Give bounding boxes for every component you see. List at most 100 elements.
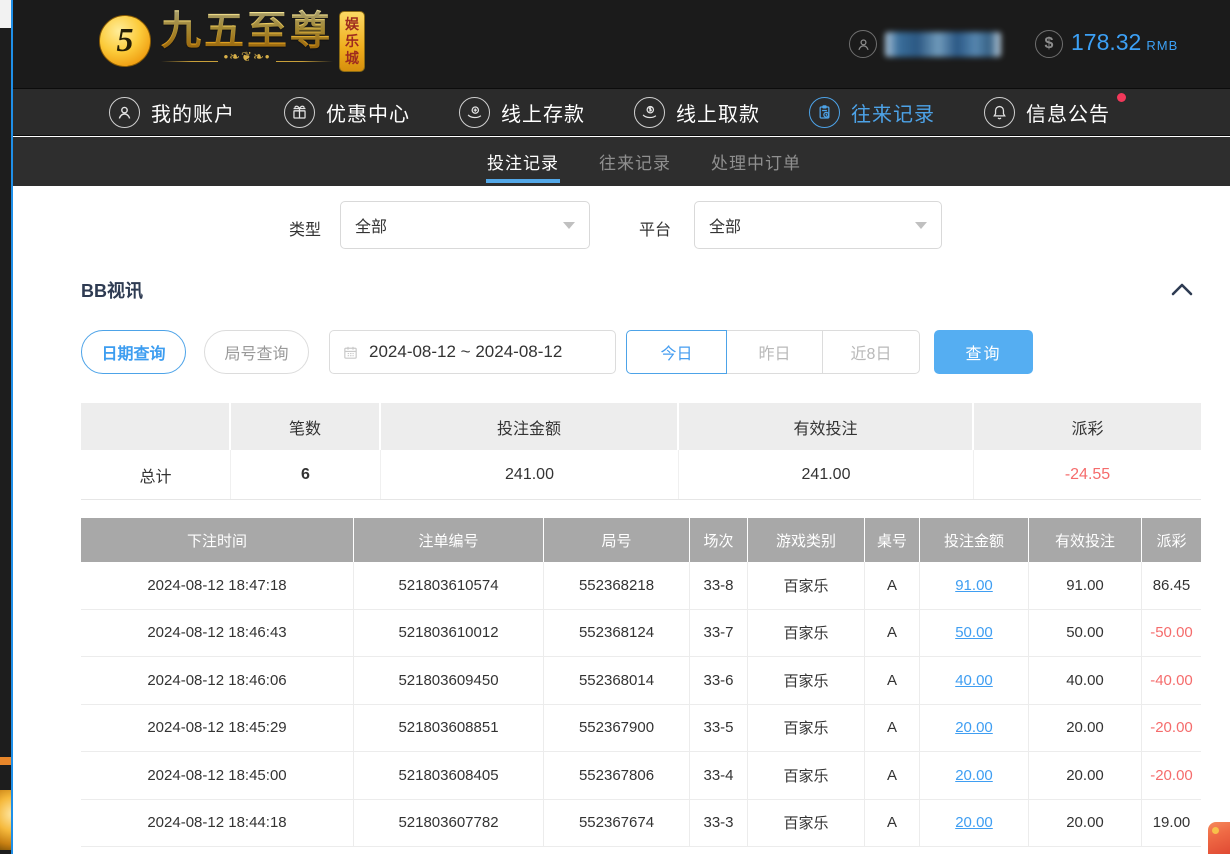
balance-currency: RMB	[1146, 38, 1178, 53]
cell-valid-bet: 20.00	[1029, 752, 1142, 799]
bet-amount-link[interactable]: 91.00	[955, 577, 993, 594]
chevron-down-icon	[563, 222, 575, 229]
cell-payout: 86.45	[1142, 562, 1201, 609]
nav-label: 往来记录	[851, 98, 935, 127]
chevron-down-icon	[915, 222, 927, 229]
cell-round-id: 552367674	[544, 800, 690, 847]
nav-item-my-account[interactable]: 我的账户	[109, 97, 235, 128]
nav-label: 线上存款	[501, 98, 585, 127]
platform-select[interactable]: 全部	[694, 201, 942, 249]
summary-header-row: 笔数 投注金额 有效投注 派彩	[81, 403, 1201, 450]
user-avatar-icon[interactable]	[849, 30, 877, 58]
red-envelope-widget[interactable]	[1208, 822, 1230, 854]
tab-pending-orders[interactable]: 处理中订单	[710, 137, 802, 186]
col-header-valid-bet: 有效投注	[1029, 518, 1142, 562]
search-button[interactable]: 查询	[934, 330, 1033, 374]
table-row: 2024-08-12 18:44:18521803607782552367674…	[81, 800, 1201, 848]
nav-item-withdraw[interactable]: 线上取款	[634, 97, 760, 128]
bet-records-table: 下注时间 注单编号 局号 场次 游戏类别 桌号 投注金额 有效投注 派彩 202…	[81, 518, 1201, 847]
col-header-round-id: 局号	[544, 518, 690, 562]
summary-count: 6	[231, 450, 381, 499]
table-row: 2024-08-12 18:45:29521803608851552367900…	[81, 705, 1201, 753]
withdraw-icon	[634, 97, 665, 128]
col-header-session: 场次	[690, 518, 748, 562]
user-icon	[109, 97, 140, 128]
cell-game-type: 百家乐	[748, 657, 865, 704]
background-gold-widget	[0, 790, 11, 850]
nav-label: 信息公告	[1026, 98, 1110, 127]
bet-amount-link[interactable]: 40.00	[955, 672, 993, 689]
col-header-bet-amount: 投注金额	[920, 518, 1029, 562]
background-window-top	[0, 0, 11, 28]
username-redacted[interactable]	[885, 32, 1001, 57]
cell-payout: -20.00	[1142, 705, 1201, 752]
bet-table-body: 2024-08-12 18:47:18521803610574552368218…	[81, 562, 1201, 847]
platform-select-value: 全部	[709, 213, 741, 237]
cell-payout: -20.00	[1142, 752, 1201, 799]
cell-round-id: 552368218	[544, 562, 690, 609]
date-query-button[interactable]: 日期查询	[81, 330, 186, 374]
deposit-icon	[459, 97, 490, 128]
summary-total-label: 总计	[81, 450, 231, 499]
user-area: $ 178.32 RMB	[13, 0, 1230, 88]
cell-payout: 19.00	[1142, 800, 1201, 847]
col-header-bet-id: 注单编号	[354, 518, 544, 562]
summary-valid-bet: 241.00	[679, 450, 974, 499]
cell-round-id: 552368014	[544, 657, 690, 704]
cell-valid-bet: 50.00	[1029, 610, 1142, 657]
tab-transaction-records[interactable]: 往来记录	[598, 137, 672, 186]
cell-bet-id: 521803609450	[354, 657, 544, 704]
cell-bet-time: 2024-08-12 18:46:06	[81, 657, 354, 704]
bet-amount-link[interactable]: 50.00	[955, 624, 993, 641]
cell-valid-bet: 40.00	[1029, 657, 1142, 704]
nav-item-transaction-records[interactable]: 往来记录	[809, 97, 935, 128]
cell-table-code: A	[865, 562, 920, 609]
summary-header-cell: 投注金额	[381, 403, 679, 450]
tab-bet-records[interactable]: 投注记录	[486, 137, 560, 186]
cell-table-code: A	[865, 800, 920, 847]
collapse-section-button[interactable]	[1169, 279, 1195, 301]
cell-payout: -40.00	[1142, 657, 1201, 704]
cell-bet-time: 2024-08-12 18:44:18	[81, 800, 354, 847]
cell-table-code: A	[865, 752, 920, 799]
cell-bet-amount-link: 91.00	[920, 562, 1029, 609]
balance-dollar-icon: $	[1035, 30, 1063, 58]
balance-display[interactable]: 178.32 RMB	[1071, 29, 1178, 56]
round-query-button[interactable]: 局号查询	[204, 330, 309, 374]
top-header: 5 九五至尊 •❧❦❧• 娱 乐 城 $	[13, 0, 1230, 88]
type-select[interactable]: 全部	[340, 201, 590, 249]
date-range-input[interactable]: 2024-08-12 ~ 2024-08-12	[329, 330, 616, 374]
summary-header-cell: 笔数	[231, 403, 381, 450]
cell-table-code: A	[865, 705, 920, 752]
cell-session: 33-4	[690, 752, 748, 799]
nav-label: 优惠中心	[326, 98, 410, 127]
balance-amount: 178.32	[1071, 29, 1141, 55]
quick-yesterday-button[interactable]: 昨日	[726, 330, 823, 374]
cell-bet-time: 2024-08-12 18:45:29	[81, 705, 354, 752]
quick-today-button[interactable]: 今日	[626, 330, 727, 374]
records-icon	[809, 97, 840, 128]
nav-item-announcements[interactable]: 信息公告	[984, 97, 1110, 128]
bet-amount-link[interactable]: 20.00	[955, 814, 993, 831]
nav-item-deposit[interactable]: 线上存款	[459, 97, 585, 128]
cell-bet-time: 2024-08-12 18:46:43	[81, 610, 354, 657]
bet-amount-link[interactable]: 20.00	[955, 719, 993, 736]
cell-bet-id: 521803607782	[354, 800, 544, 847]
summary-total-row: 总计 6 241.00 241.00 -24.55	[81, 450, 1201, 500]
record-tabs: 投注记录 往来记录 处理中订单	[13, 137, 1230, 186]
cell-game-type: 百家乐	[748, 562, 865, 609]
bell-icon	[984, 97, 1015, 128]
nav-item-promotions[interactable]: 优惠中心	[284, 97, 410, 128]
table-row: 2024-08-12 18:47:18521803610574552368218…	[81, 562, 1201, 610]
cell-bet-id: 521803610012	[354, 610, 544, 657]
summary-header-cell: 派彩	[974, 403, 1201, 450]
table-row: 2024-08-12 18:46:43521803610012552368124…	[81, 610, 1201, 658]
cell-round-id: 552368124	[544, 610, 690, 657]
bet-table-header: 下注时间 注单编号 局号 场次 游戏类别 桌号 投注金额 有效投注 派彩	[81, 518, 1201, 562]
summary-header-cell	[81, 403, 231, 450]
cell-session: 33-8	[690, 562, 748, 609]
nav-label: 线上取款	[676, 98, 760, 127]
quick-last8days-button[interactable]: 近8日	[822, 330, 920, 374]
bet-amount-link[interactable]: 20.00	[955, 767, 993, 784]
cell-bet-id: 521803610574	[354, 562, 544, 609]
